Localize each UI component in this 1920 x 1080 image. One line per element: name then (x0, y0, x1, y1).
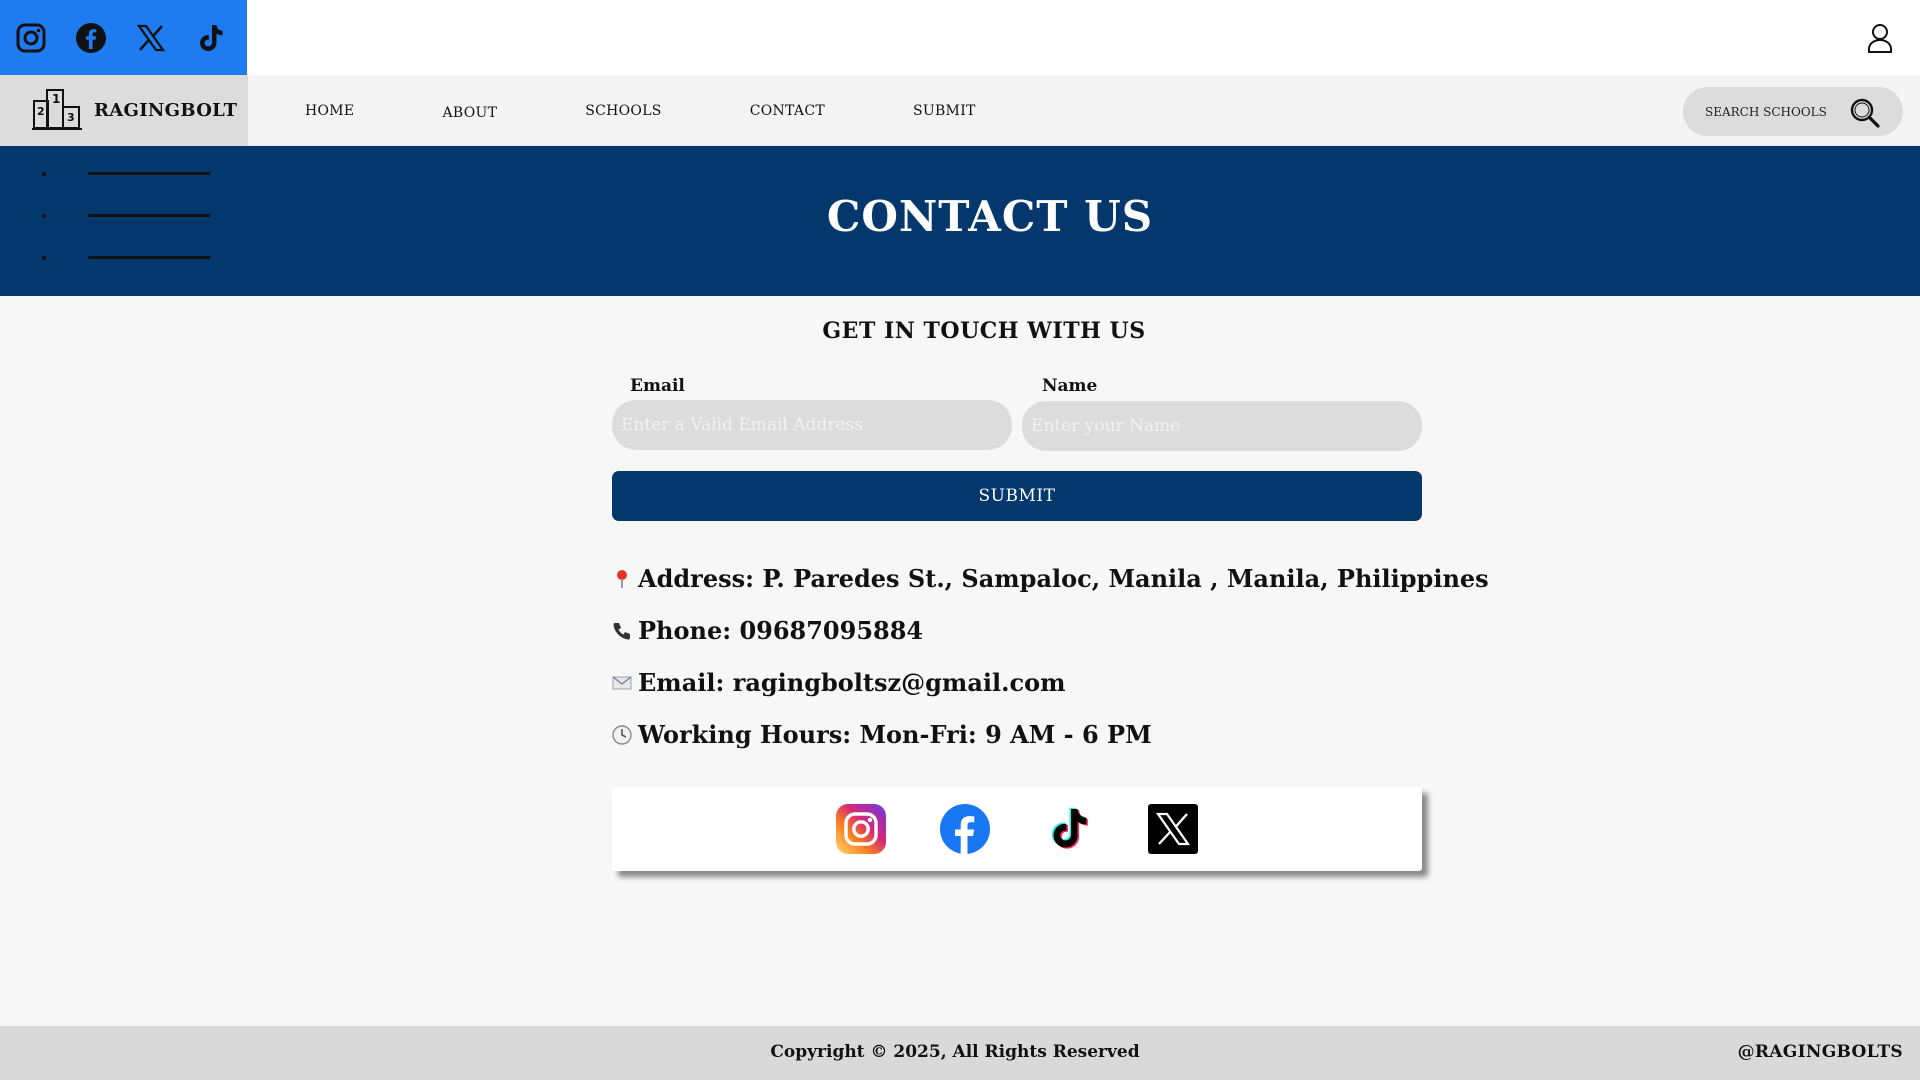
nav-contact[interactable]: CONTACT (750, 103, 825, 119)
facebook-icon[interactable] (940, 804, 990, 854)
svg-text:1: 1 (52, 92, 60, 106)
form-heading: GET IN TOUCH WITH US (822, 318, 1146, 344)
podium-logo-icon: 1 2 3 (32, 87, 82, 135)
x-icon[interactable] (1148, 804, 1198, 854)
menu-line[interactable] (88, 172, 210, 175)
main-navbar: 1 2 3 RAGINGBOLT HOME ABOUT SCHOOLS CONT… (0, 75, 1920, 146)
nav-links: HOME ABOUT SCHOOLS CONTACT SUBMIT (305, 75, 976, 146)
copyright-text: Copyright © 2025, All Rights Reserved (770, 1042, 1140, 1062)
phone-text: Phone: 09687095884 (638, 616, 924, 645)
phone-icon (612, 620, 632, 642)
search-input[interactable] (1705, 104, 1835, 119)
top-social-links (0, 0, 247, 75)
tiktok-icon[interactable] (194, 21, 228, 55)
address-info: Address: P. Paredes St., Sampaloc, Manil… (612, 564, 1489, 593)
hours-text: Working Hours: Mon-Fri: 9 AM - 6 PM (638, 720, 1152, 749)
svg-text:2: 2 (37, 105, 45, 118)
footer: Copyright © 2025, All Rights Reserved @R… (0, 1026, 1920, 1080)
hours-info: Working Hours: Mon-Fri: 9 AM - 6 PM (612, 720, 1152, 749)
brand-name: RAGINGBOLT (94, 100, 238, 121)
instagram-icon[interactable] (836, 804, 886, 854)
svg-text:3: 3 (67, 111, 75, 124)
email-text: Email: ragingboltsz@gmail.com (638, 668, 1066, 697)
instagram-icon[interactable] (14, 21, 48, 55)
name-field[interactable] (1022, 401, 1422, 451)
menu-dot (42, 256, 46, 260)
page-title: CONTACT US (826, 192, 1154, 241)
menu-line[interactable] (88, 256, 210, 259)
social-links-card (612, 787, 1422, 871)
x-icon[interactable] (134, 21, 168, 55)
clock-icon (612, 724, 632, 746)
email-info: Email: ragingboltsz@gmail.com (612, 668, 1065, 697)
envelope-icon (612, 672, 632, 694)
email-field[interactable] (612, 400, 1012, 450)
tiktok-icon[interactable] (1044, 804, 1094, 854)
brand[interactable]: 1 2 3 RAGINGBOLT (0, 75, 248, 146)
social-handle[interactable]: @RAGINGBOLTS (1738, 1042, 1903, 1062)
search-icon[interactable] (1849, 97, 1881, 129)
nav-home[interactable]: HOME (305, 103, 354, 119)
facebook-icon[interactable] (74, 21, 108, 55)
phone-info: Phone: 09687095884 (612, 616, 923, 645)
email-label: Email (630, 376, 685, 396)
user-icon[interactable] (1864, 22, 1896, 54)
nav-submit[interactable]: SUBMIT (913, 103, 976, 119)
nav-about[interactable]: ABOUT (442, 105, 497, 121)
name-label: Name (1042, 376, 1098, 396)
search-box (1683, 87, 1903, 136)
nav-schools[interactable]: SCHOOLS (585, 103, 661, 119)
address-text: Address: P. Paredes St., Sampaloc, Manil… (638, 564, 1489, 593)
top-bar (0, 0, 1920, 75)
hero-banner: CONTACT US (0, 146, 1920, 296)
submit-button[interactable]: SUBMIT (612, 471, 1422, 521)
menu-dot (42, 172, 46, 176)
pin-icon (612, 568, 632, 590)
